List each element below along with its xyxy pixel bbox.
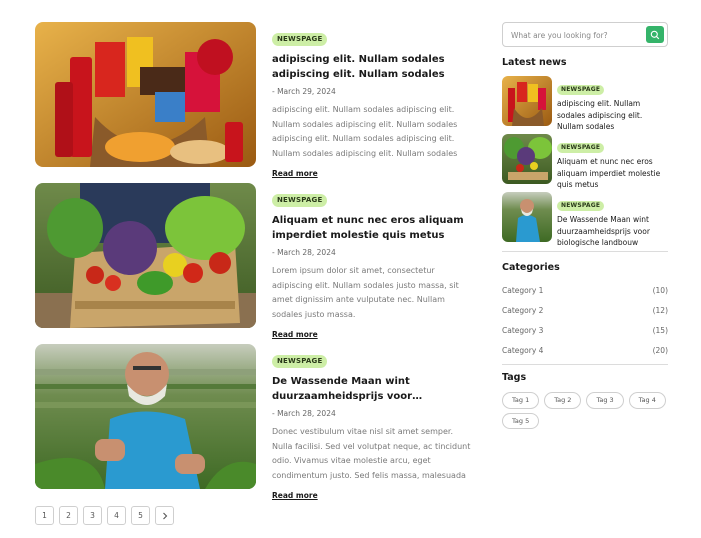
page-button-4[interactable]: 4: [107, 506, 126, 525]
category-badge: NEWSPAGE: [272, 33, 328, 46]
search-input[interactable]: [503, 24, 643, 47]
tags-heading: Tags: [502, 372, 527, 383]
post-date: - March 28, 2024: [272, 248, 336, 257]
news-title: adipiscing elit. Nullam sodales adipisci…: [557, 99, 643, 131]
category-item[interactable]: Category 1 (10): [502, 280, 668, 300]
divider: [502, 251, 668, 252]
search-box: [502, 22, 668, 47]
tag-chip[interactable]: Tag 5: [502, 412, 540, 429]
post-date: - March 28, 2024: [272, 409, 336, 418]
next-page-button[interactable]: [155, 506, 174, 525]
divider: [502, 364, 668, 365]
news-thumbnail: [502, 192, 552, 242]
category-badge: NEWSPAGE: [272, 355, 328, 368]
page-button-5[interactable]: 5: [131, 506, 150, 525]
category-count: (20): [652, 345, 668, 355]
gift-basket-image: [35, 22, 256, 167]
read-more-link[interactable]: Read more: [272, 330, 318, 339]
news-thumbnail: [502, 134, 552, 184]
chevron-right-icon: [162, 512, 167, 519]
search-icon: [650, 30, 660, 39]
page-button-1[interactable]: 1: [35, 506, 54, 525]
category-list: Category 1 (10) Category 2 (12) Category…: [502, 280, 668, 360]
news-title: Aliquam et nunc nec eros aliquam imperdi…: [557, 157, 661, 189]
latest-news-item[interactable]: NEWSPAGE adipiscing elit. Nullam sodales…: [502, 76, 668, 131]
search-button[interactable]: [646, 26, 664, 43]
tag-chip[interactable]: Tag 3: [586, 392, 624, 409]
post-date: - March 29, 2024: [272, 87, 336, 96]
category-count: (12): [652, 305, 668, 315]
read-more-link[interactable]: Read more: [272, 169, 318, 178]
category-badge: NEWSPAGE: [557, 201, 605, 211]
post-image-gift-basket[interactable]: [35, 22, 256, 167]
tag-chip[interactable]: Tag 1: [502, 392, 540, 409]
tag-chip[interactable]: Tag 2: [544, 392, 582, 409]
category-item[interactable]: Category 3 (15): [502, 320, 668, 340]
category-name: Category 2: [502, 305, 544, 315]
vegetable-crate-image: [35, 183, 256, 328]
category-badge: NEWSPAGE: [272, 194, 328, 207]
page-button-2[interactable]: 2: [59, 506, 78, 525]
categories-heading: Categories: [502, 262, 560, 273]
category-name: Category 1: [502, 285, 544, 295]
news-thumbnail: [502, 76, 552, 126]
post-title[interactable]: De Wassende Maan wint duurzaamheidsprijs…: [272, 374, 472, 404]
post-image-vegetables[interactable]: [35, 183, 256, 328]
tag-chip[interactable]: Tag 4: [628, 392, 666, 409]
news-title: De Wassende Maan wint duurzaamheidsprijs…: [557, 215, 650, 247]
latest-news-heading: Latest news: [502, 57, 567, 68]
farmer-image: [35, 344, 256, 489]
sidebar: Latest news NEWSPAGE adipiscing elit. Nu…: [502, 22, 668, 429]
pagination: 1 2 3 4 5: [35, 506, 174, 525]
category-name: Category 3: [502, 325, 544, 335]
post-card: NEWSPAGE adipiscing elit. Nullam sodales…: [35, 22, 475, 178]
category-badge: NEWSPAGE: [557, 85, 605, 95]
category-count: (10): [652, 285, 668, 295]
post-card: NEWSPAGE Aliquam et nunc nec eros aliqua…: [35, 183, 475, 339]
category-badge: NEWSPAGE: [557, 143, 605, 153]
post-title[interactable]: Aliquam et nunc nec eros aliquam imperdi…: [272, 213, 472, 243]
post-card: NEWSPAGE De Wassende Maan wint duurzaamh…: [35, 344, 475, 500]
read-more-link[interactable]: Read more: [272, 491, 318, 500]
post-excerpt: Donec vestibulum vitae nisl sit amet sem…: [272, 427, 471, 480]
post-excerpt: adipiscing elit. Nullam sodales adipisci…: [272, 105, 458, 158]
category-count: (15): [652, 325, 668, 335]
page-button-3[interactable]: 3: [83, 506, 102, 525]
latest-news-item[interactable]: NEWSPAGE Aliquam et nunc nec eros aliqua…: [502, 134, 668, 189]
category-item[interactable]: Category 2 (12): [502, 300, 668, 320]
tag-list: Tag 1 Tag 2 Tag 3 Tag 4 Tag 5: [502, 392, 668, 429]
category-item[interactable]: Category 4 (20): [502, 340, 668, 360]
post-image-farmer[interactable]: [35, 344, 256, 489]
latest-news-item[interactable]: NEWSPAGE De Wassende Maan wint duurzaamh…: [502, 192, 668, 247]
category-name: Category 4: [502, 345, 544, 355]
post-excerpt: Lorem ipsum dolor sit amet, consectetur …: [272, 266, 459, 319]
post-title[interactable]: adipiscing elit. Nullam sodales adipisci…: [272, 52, 472, 82]
